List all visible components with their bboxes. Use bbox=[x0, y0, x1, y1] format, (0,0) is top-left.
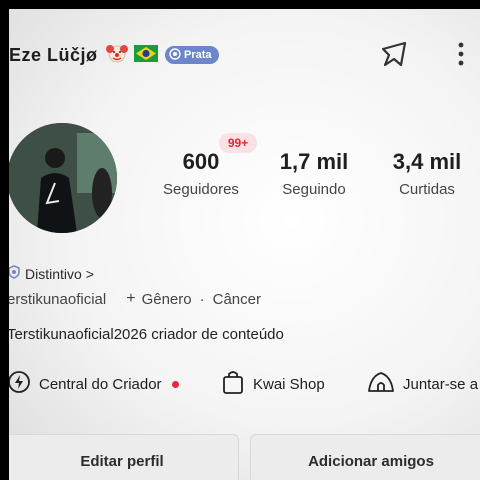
creator-center-label: Central do Criador bbox=[39, 375, 162, 393]
username: Eze Lüčjø bbox=[9, 45, 98, 65]
more-options-icon[interactable] bbox=[456, 39, 466, 71]
profile-tags: erstikunaoficial + Gênero · Câncer bbox=[9, 290, 261, 308]
clown-emoji-icon bbox=[104, 43, 130, 63]
join-shortcut[interactable]: Juntar-se a bbox=[367, 369, 478, 399]
bolt-icon bbox=[9, 370, 31, 398]
add-friends-button[interactable]: Adicionar amigos bbox=[250, 434, 480, 480]
tier-badge[interactable]: Prata bbox=[165, 46, 219, 64]
following-label: Seguindo bbox=[282, 181, 346, 198]
badge-row[interactable]: Distintivo > bbox=[9, 265, 94, 282]
creator-center-shortcut[interactable]: Central do Criador bbox=[9, 369, 179, 399]
kwai-shop-shortcut[interactable]: Kwai Shop bbox=[221, 369, 325, 399]
followers-label: Seguidores bbox=[163, 181, 239, 198]
plus-icon[interactable]: + bbox=[126, 290, 135, 308]
tent-icon bbox=[367, 370, 395, 398]
zodiac-tag: Câncer bbox=[212, 290, 261, 308]
medal-icon bbox=[169, 47, 181, 63]
chevron-right-icon: > bbox=[85, 265, 94, 282]
shopping-bag-icon bbox=[221, 369, 245, 399]
profile-screen: Eze Lüčjø Prata 99+ 600 Seguidores 1,7 m… bbox=[9, 9, 480, 480]
notification-dot bbox=[171, 380, 179, 388]
edit-profile-button[interactable]: Editar perfil bbox=[9, 434, 239, 480]
handle-tag: erstikunaoficial bbox=[9, 290, 107, 308]
likes-label: Curtidas bbox=[399, 181, 455, 198]
tier-badge-label: Prata bbox=[184, 49, 212, 61]
likes-count: 3,4 mil bbox=[392, 149, 462, 174]
following-count: 1,7 mil bbox=[279, 149, 349, 174]
badge-shield-icon bbox=[9, 265, 21, 282]
kwai-shop-label: Kwai Shop bbox=[253, 375, 325, 393]
top-bar: Eze Lüčjø Prata bbox=[9, 35, 480, 75]
brazil-flag-icon bbox=[133, 43, 159, 63]
share-icon[interactable] bbox=[379, 39, 413, 71]
tag-separator: · bbox=[199, 290, 205, 308]
badge-row-label: Distintivo bbox=[25, 265, 82, 282]
followers-count: 600 bbox=[182, 149, 220, 174]
avatar[interactable] bbox=[9, 123, 117, 233]
profile-bio: Terstikunaoficial2026 criador de conteúd… bbox=[9, 326, 284, 343]
following-stat[interactable]: 1,7 mil Seguindo bbox=[264, 149, 364, 198]
likes-stat[interactable]: 3,4 mil Curtidas bbox=[377, 149, 477, 198]
join-label: Juntar-se a bbox=[403, 375, 479, 393]
gender-tag[interactable]: Gênero bbox=[142, 291, 192, 308]
followers-stat[interactable]: 600 Seguidores bbox=[151, 149, 251, 198]
